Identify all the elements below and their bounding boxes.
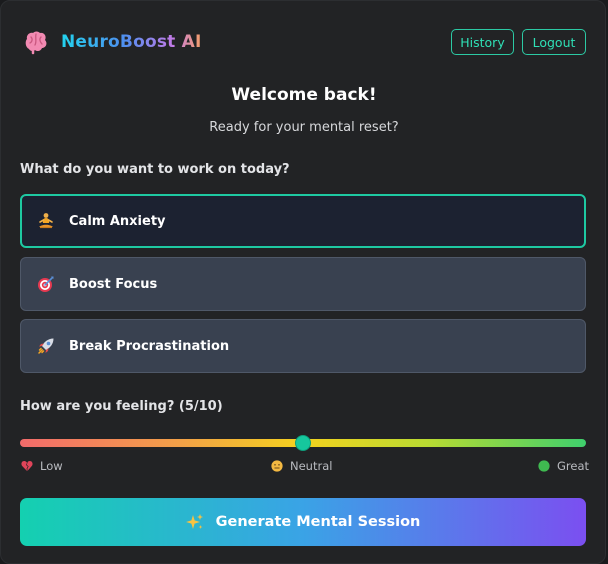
option-boost-focus[interactable]: Boost Focus xyxy=(20,257,586,311)
goal-question: What do you want to work on today? xyxy=(20,162,290,177)
option-calm-anxiety[interactable]: Calm Anxiety xyxy=(20,194,586,248)
scale-low-label: Low xyxy=(40,459,63,473)
neutral-face-icon xyxy=(271,460,283,472)
sparkles-icon xyxy=(185,514,203,529)
main-card: NeuroBoost AI History Logout Welcome bac… xyxy=(0,0,606,564)
scale-great: Great xyxy=(538,459,589,473)
option-label: Calm Anxiety xyxy=(69,213,166,229)
scale-neutral-label: Neutral xyxy=(290,459,333,473)
broken-heart-icon xyxy=(21,461,33,471)
history-button[interactable]: History xyxy=(451,29,514,55)
meditation-icon xyxy=(36,211,56,231)
feeling-slider-thumb[interactable] xyxy=(295,435,311,451)
scale-great-label: Great xyxy=(557,459,590,473)
welcome-title: Welcome back! xyxy=(231,85,377,105)
logout-button[interactable]: Logout xyxy=(522,29,586,55)
brain-icon xyxy=(25,31,47,55)
generate-session-button[interactable]: Generate Mental Session xyxy=(20,498,586,546)
feeling-label: How are you feeling? (5/10) xyxy=(20,399,223,414)
generate-session-label: Generate Mental Session xyxy=(215,514,421,530)
target-icon xyxy=(36,274,56,294)
option-label: Break Procrastination xyxy=(69,338,230,354)
green-circle-icon xyxy=(538,460,550,472)
option-break-procrastination[interactable]: Break Procrastination xyxy=(20,319,586,373)
brand: NeuroBoost AI xyxy=(23,29,201,55)
scale-low: Low xyxy=(21,459,63,473)
welcome-subtitle: Ready for your mental reset? xyxy=(209,120,399,135)
option-label: Boost Focus xyxy=(69,276,158,292)
app-name: NeuroBoost AI xyxy=(61,32,202,52)
scale-neutral: Neutral xyxy=(271,459,332,473)
rocket-icon xyxy=(36,336,56,356)
